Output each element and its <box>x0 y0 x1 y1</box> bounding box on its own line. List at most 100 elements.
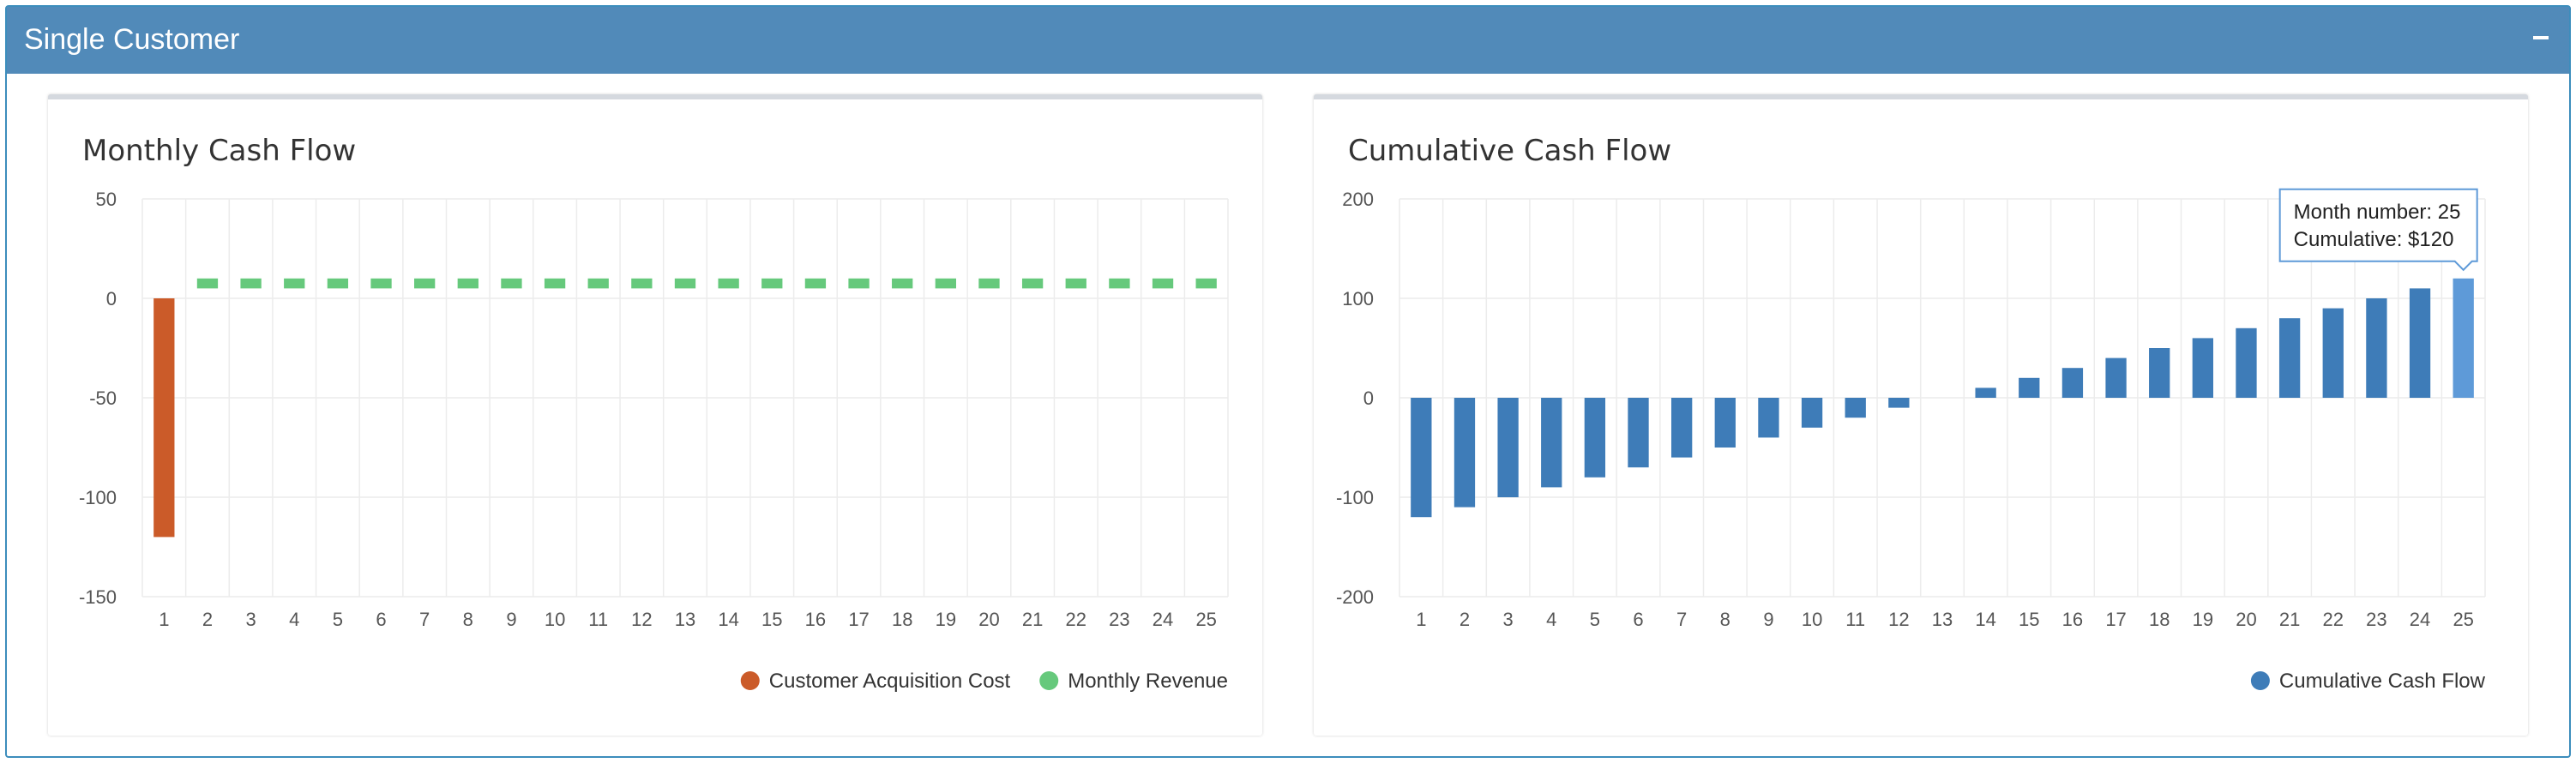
cumulative-cash-flow-bar[interactable] <box>1845 398 1866 418</box>
monthly-revenue-bar[interactable] <box>1109 278 1130 289</box>
cumulative-cash-flow-x-tick-label: 18 <box>2149 609 2170 630</box>
cumulative-cash-flow-bar[interactable] <box>1497 398 1519 497</box>
monthly-revenue-bar[interactable] <box>370 278 392 289</box>
monthly-revenue-bar[interactable] <box>631 278 653 289</box>
monthly-cash-flow-x-tick-label: 19 <box>936 609 956 630</box>
monthly-cash-flow-y-tick-label: -100 <box>79 487 117 508</box>
chart-tooltip: Month number: 25 Cumulative: $120 <box>2278 188 2478 272</box>
cumulative-cash-flow-x-tick-label: 15 <box>2019 609 2039 630</box>
cumulative-cash-flow-bar[interactable] <box>2236 327 2257 398</box>
monthly-revenue-bar[interactable] <box>1195 278 1217 289</box>
monthly-revenue-bar[interactable] <box>804 278 827 289</box>
cumulative-cash-flow-x-tick-label: 7 <box>1676 609 1687 630</box>
cumulative-cash-flow-bar[interactable] <box>1628 398 1649 468</box>
monthly-revenue-bar[interactable] <box>978 278 1000 289</box>
monthly-cash-flow-x-tick-label: 15 <box>761 609 782 630</box>
cumulative-cash-flow-x-tick-label: 17 <box>2105 609 2126 630</box>
monthly-cash-flow-x-tick-label: 1 <box>159 609 169 630</box>
cumulative-cash-flow-bar[interactable] <box>1714 398 1736 448</box>
cumulative-cash-flow-bar[interactable] <box>1758 398 1779 438</box>
monthly-cash-flow-x-tick-label: 12 <box>631 609 652 630</box>
cumulative-cash-flow-chart: 2001000-100-2001 2 3 4 5 6 7 8 9 10 11 12 13 14 15 16 17… <box>1336 188 2486 693</box>
minus-icon <box>2533 36 2549 39</box>
monthly-cash-flow-x-tick-label: 24 <box>1153 609 1173 630</box>
monthly-revenue-bar[interactable] <box>284 278 305 289</box>
cumulative-cash-flow-x-tick-label: 10 <box>1802 609 1822 630</box>
monthly-cash-flow-x-tick-label: 23 <box>1109 609 1129 630</box>
cumulative-cash-flow-x-tick-label: 9 <box>1763 609 1773 630</box>
cumulative-cash-flow-bar[interactable] <box>2278 318 2301 398</box>
cumulative-cash-flow-bar[interactable] <box>2061 368 2084 398</box>
monthly-revenue-bar[interactable] <box>587 278 609 289</box>
monthly-revenue-bar[interactable] <box>935 278 956 289</box>
cumulative-cash-flow-bar[interactable] <box>2105 357 2127 398</box>
cumulative-cash-flow-bar[interactable] <box>2453 278 2474 398</box>
monthly-cash-flow-x-tick-label: 20 <box>978 609 999 630</box>
monthly-cash-flow-x-tick-label: 21 <box>1022 609 1043 630</box>
monthly-revenue-bar[interactable] <box>1065 278 1086 289</box>
tooltip-line-1: Month number: 25 <box>2294 201 2461 224</box>
cumulative-cash-flow-x-tick-label: 14 <box>1975 609 1995 630</box>
cumulative-cash-flow-x-tick-label: 24 <box>2410 609 2430 630</box>
cumulative-cash-flow-legend-label[interactable]: Cumulative Cash Flow <box>2279 670 2486 693</box>
cumulative-cash-flow-bar[interactable] <box>2366 298 2387 398</box>
cumulative-cash-flow-bar[interactable] <box>1454 398 1476 508</box>
single-customer-box: Single Customer Monthly Cash Flow 50 0 -50… <box>5 5 2571 758</box>
monthly-revenue-bar[interactable] <box>196 278 219 289</box>
cumulative-cash-flow-bar[interactable] <box>1975 388 1996 398</box>
customer-acquisition-cost-legend-marker[interactable] <box>740 671 760 690</box>
monthly-revenue-legend-label[interactable]: Monthly Revenue <box>1068 670 1228 693</box>
monthly-revenue-bar[interactable] <box>761 278 783 289</box>
monthly-cash-flow-x-tick-label: 18 <box>892 609 912 630</box>
cumulative-cash-flow-y-tick-label: -200 <box>1336 586 1374 608</box>
cumulative-cash-flow-bar[interactable] <box>1671 398 1693 458</box>
cumulative-cash-flow-bar[interactable] <box>1584 398 1606 478</box>
cumulative-cash-flow-y-tick-label: 100 <box>1342 288 1374 309</box>
monthly-revenue-bar[interactable] <box>501 278 522 289</box>
customer-acquisition-cost-legend-label[interactable]: Customer Acquisition Cost <box>769 670 1011 693</box>
cumulative-cash-flow-bar[interactable] <box>1888 398 1910 408</box>
cumulative-cash-flow-bar[interactable] <box>1801 398 1823 428</box>
monthly-revenue-bar[interactable] <box>327 278 349 289</box>
monthly-revenue-bar[interactable] <box>1152 278 1174 289</box>
collapse-button[interactable] <box>2523 17 2561 55</box>
cumulative-cash-flow-y-tick-label: 200 <box>1342 189 1374 210</box>
cumulative-cash-flow-legend-marker[interactable] <box>2250 671 2270 690</box>
monthly-cash-flow-x-tick-label: 16 <box>805 609 826 630</box>
cumulative-cash-flow-bar[interactable] <box>2409 288 2431 398</box>
cumulative-cash-flow-bar[interactable] <box>2149 348 2170 398</box>
monthly-cash-flow-x-tick-label: 7 <box>419 609 430 630</box>
customer-acquisition-cost-bar[interactable] <box>153 298 175 538</box>
monthly-cash-flow-x-tick-label: 10 <box>545 609 565 630</box>
cumulative-cash-flow-card: Cumulative Cash Flow 200 100 0 -100 -200 1 2 3 4… <box>1314 94 2528 736</box>
cumulative-cash-flow-bar[interactable] <box>1411 398 1432 518</box>
monthly-cash-flow-y-tick-label: -50 <box>89 388 117 409</box>
monthly-revenue-bar[interactable] <box>892 278 913 289</box>
monthly-cash-flow-x-tick-label: 4 <box>289 609 299 630</box>
monthly-revenue-bar[interactable] <box>414 278 436 289</box>
cumulative-cash-flow-x-tick-label: 11 <box>1845 609 1865 630</box>
monthly-cash-flow-card: Monthly Cash Flow 50 0 -50 -100 -150 1 2 3 4 5 6 7 8… <box>48 94 1262 736</box>
monthly-revenue-bar[interactable] <box>457 278 478 289</box>
monthly-cash-flow-x-tick-label: 22 <box>1066 609 1086 630</box>
cumulative-cash-flow-bar[interactable] <box>1541 398 1562 488</box>
monthly-cash-flow-x-tick-label: 13 <box>675 609 695 630</box>
monthly-revenue-bar[interactable] <box>544 278 566 289</box>
cumulative-cash-flow-x-tick-label: 23 <box>2366 609 2386 630</box>
cumulative-cash-flow-x-tick-label: 19 <box>2193 609 2213 630</box>
monthly-revenue-legend-marker[interactable] <box>1039 671 1059 690</box>
cumulative-cash-flow-bar[interactable] <box>2192 338 2213 398</box>
monthly-cash-flow-x-tick-label: 14 <box>718 609 738 630</box>
monthly-cash-flow-x-tick-label: 6 <box>376 609 386 630</box>
cumulative-cash-flow-x-tick-label: 5 <box>1590 609 1600 630</box>
monthly-revenue-bar[interactable] <box>674 278 696 289</box>
monthly-revenue-bar[interactable] <box>1021 278 1044 289</box>
cumulative-cash-flow-bar[interactable] <box>2322 308 2344 398</box>
monthly-revenue-bar[interactable] <box>718 278 739 289</box>
monthly-revenue-bar[interactable] <box>848 278 870 289</box>
cumulative-cash-flow-x-tick-label: 16 <box>2062 609 2083 630</box>
monthly-revenue-bar[interactable] <box>240 278 262 289</box>
cumulative-cash-flow-x-tick-label: 1 <box>1416 609 1426 630</box>
cumulative-cash-flow-title: Cumulative Cash Flow <box>1348 134 1672 168</box>
cumulative-cash-flow-bar[interactable] <box>2019 377 2040 398</box>
